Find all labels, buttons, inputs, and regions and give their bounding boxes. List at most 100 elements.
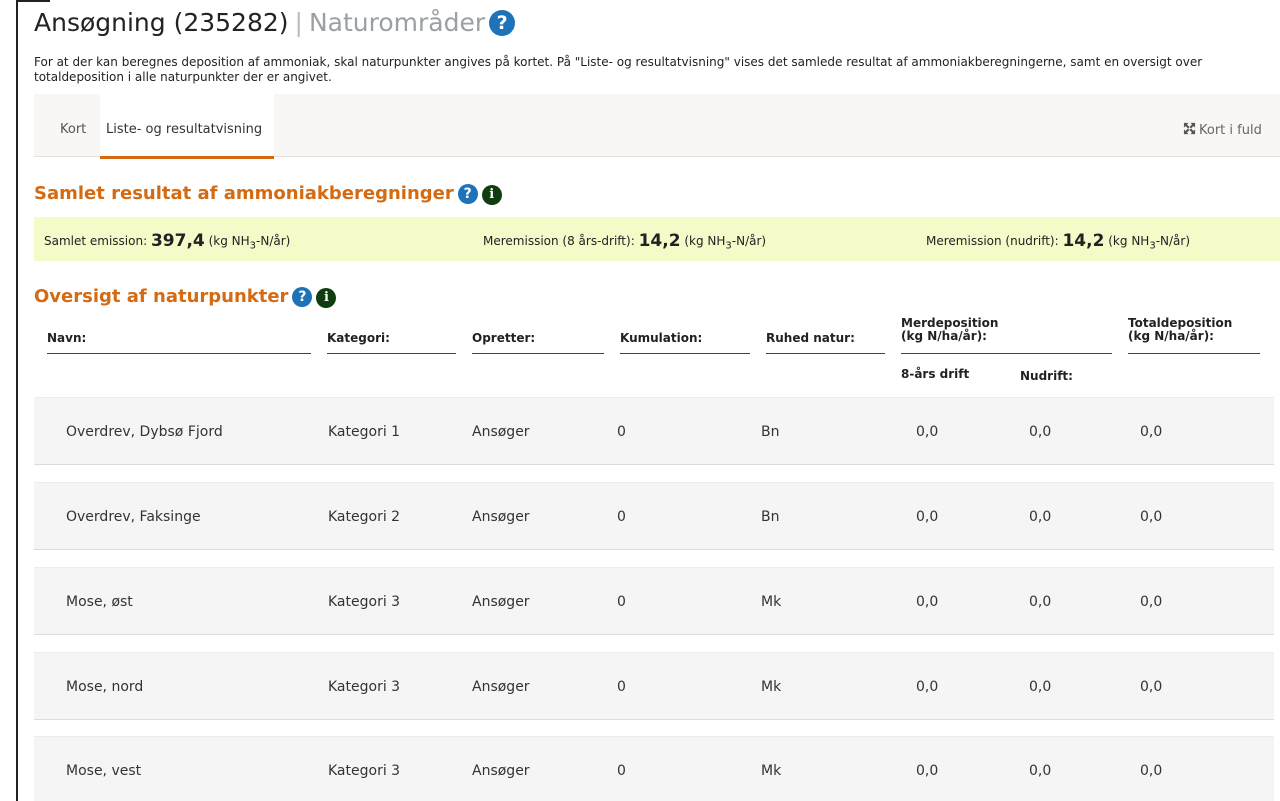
summary-label: Meremission (nudrift):: [926, 234, 1059, 248]
cell-ruhed: Mk: [761, 594, 782, 610]
summary-unit: (kg NH: [208, 234, 250, 248]
cell-kumulation: 0: [617, 509, 626, 525]
cell-navn: Mose, vest: [66, 763, 142, 779]
tab-liste-og-resultatvisning[interactable]: Liste- og resultatvisning: [100, 94, 275, 159]
title-separator: |: [294, 8, 303, 37]
fullscreen-map-button[interactable]: Kort i fuld: [1183, 122, 1262, 138]
column-header-ruhed: Ruhed natur:: [766, 331, 855, 345]
cell-kategori: Kategori 1: [328, 424, 401, 440]
subheader-8aars-drift: 8-års drift: [901, 367, 970, 381]
summary-value: 397,4: [150, 231, 205, 251]
totaldeposition-label: Totaldeposition: [1128, 316, 1233, 330]
results-title-text: Samlet resultat af ammoniakberegninger: [34, 183, 454, 204]
cell-kategori: Kategori 3: [328, 594, 401, 610]
cell-merdep-8aars: 0,0: [916, 594, 939, 610]
summary-unit: (kg NH: [1108, 234, 1150, 248]
cell-totaldeposition: 0,0: [1140, 594, 1163, 610]
results-help-icon[interactable]: ?: [457, 184, 478, 204]
overview-info-icon[interactable]: i: [316, 288, 337, 308]
cell-totaldeposition: 0,0: [1140, 509, 1163, 525]
cell-merdep-nudrift: 0,0: [1029, 594, 1052, 610]
expand-icon: [1183, 122, 1196, 135]
cell-ruhed: Bn: [761, 424, 780, 440]
totaldeposition-unit: (kg N/ha/år):: [1128, 329, 1214, 343]
summary-meremission-8aars: Meremission (8 års-drift): 14,2 (kg NH3-…: [483, 231, 766, 251]
column-header-totaldeposition: Totaldeposition (kg N/ha/år):: [1128, 317, 1232, 343]
results-info-icon[interactable]: i: [481, 185, 502, 205]
cell-opretter: Ansøger: [472, 509, 530, 525]
cell-navn: Overdrev, Dybsø Fjord: [66, 424, 223, 440]
cell-totaldeposition: 0,0: [1140, 424, 1163, 440]
cell-kumulation: 0: [617, 763, 626, 779]
page-title: Ansøgning (235282) | Naturområder?: [34, 8, 516, 38]
results-summary-bar: Samlet emission: 397,4 (kg NH3-N/år) Mer…: [34, 217, 1280, 261]
header-divider: [620, 353, 750, 354]
cell-kategori: Kategori 2: [328, 509, 401, 525]
header-divider: [901, 353, 1112, 354]
cell-ruhed: Bn: [761, 509, 780, 525]
window-frame-left: [16, 0, 18, 801]
cell-merdep-nudrift: 0,0: [1029, 679, 1052, 695]
summary-value: 14,2: [1062, 231, 1105, 251]
cell-totaldeposition: 0,0: [1140, 763, 1163, 779]
overview-title-text: Oversigt af naturpunkter: [34, 286, 289, 307]
column-header-kumulation: Kumulation:: [620, 331, 703, 345]
table-row[interactable]: Mose, nord Kategori 3 Ansøger 0 Mk 0,0 0…: [34, 652, 1274, 720]
cell-kumulation: 0: [617, 424, 626, 440]
table-row[interactable]: Overdrev, Dybsø Fjord Kategori 1 Ansøger…: [34, 397, 1274, 465]
results-section-title: Samlet resultat af ammoniakberegninger? i: [34, 183, 502, 205]
summary-meremission-nudrift: Meremission (nudrift): 14,2 (kg NH3-N/år…: [926, 231, 1190, 251]
cell-kategori: Kategori 3: [328, 679, 401, 695]
tab-kort[interactable]: Kort: [60, 122, 86, 137]
column-header-navn: Navn:: [47, 331, 87, 345]
cell-totaldeposition: 0,0: [1140, 679, 1163, 695]
summary-unit-post: -N/år): [1155, 234, 1191, 248]
cell-merdep-8aars: 0,0: [916, 509, 939, 525]
cell-opretter: Ansøger: [472, 763, 530, 779]
cell-kumulation: 0: [617, 594, 626, 610]
merdeposition-label: Merdeposition: [901, 316, 999, 330]
cell-navn: Mose, nord: [66, 679, 144, 695]
summary-label: Samlet emission:: [44, 234, 148, 248]
cell-merdep-8aars: 0,0: [916, 763, 939, 779]
help-icon[interactable]: ?: [489, 10, 516, 36]
page-title-main: Ansøgning (235282): [34, 8, 289, 37]
cell-merdep-8aars: 0,0: [916, 424, 939, 440]
table-row[interactable]: Mose, vest Kategori 3 Ansøger 0 Mk 0,0 0…: [34, 736, 1274, 801]
header-divider: [1128, 353, 1260, 354]
summary-label: Meremission (8 års-drift):: [483, 234, 635, 248]
cell-merdep-nudrift: 0,0: [1029, 424, 1052, 440]
table-row[interactable]: Overdrev, Faksinge Kategori 2 Ansøger 0 …: [34, 482, 1274, 550]
merdeposition-unit: (kg N/ha/år):: [901, 329, 987, 343]
column-header-kategori: Kategori:: [327, 331, 390, 345]
header-divider: [47, 353, 311, 354]
summary-value: 14,2: [638, 231, 681, 251]
header-divider: [766, 353, 885, 354]
summary-total-emission: Samlet emission: 397,4 (kg NH3-N/år): [44, 231, 290, 251]
tab-bar: Kort Liste- og resultatvisning Kort i fu…: [34, 94, 1280, 159]
cell-opretter: Ansøger: [472, 594, 530, 610]
summary-unit-post: -N/år): [731, 234, 767, 248]
fullscreen-label: Kort i fuld: [1199, 123, 1262, 138]
cell-ruhed: Mk: [761, 679, 782, 695]
column-header-opretter: Opretter:: [472, 331, 536, 345]
summary-unit: (kg NH: [684, 234, 726, 248]
overview-section-title: Oversigt af naturpunkter? i: [34, 286, 337, 308]
subheader-nudrift: Nudrift:: [1020, 369, 1073, 383]
header-divider: [472, 353, 604, 354]
intro-text: For at der kan beregnes deposition af am…: [34, 55, 1203, 84]
cell-merdep-nudrift: 0,0: [1029, 509, 1052, 525]
page-subtitle: Naturområder: [308, 8, 486, 37]
header-divider: [327, 353, 456, 354]
cell-navn: Mose, øst: [66, 594, 133, 610]
overview-help-icon[interactable]: ?: [292, 287, 313, 307]
window-frame-top: [16, 0, 50, 2]
summary-unit-post: -N/år): [256, 234, 291, 248]
cell-opretter: Ansøger: [472, 424, 530, 440]
cell-navn: Overdrev, Faksinge: [66, 509, 201, 525]
cell-kategori: Kategori 3: [328, 763, 401, 779]
cell-merdep-8aars: 0,0: [916, 679, 939, 695]
table-row[interactable]: Mose, øst Kategori 3 Ansøger 0 Mk 0,0 0,…: [34, 567, 1274, 635]
column-header-merdeposition: Merdeposition (kg N/ha/år):: [901, 317, 998, 343]
cell-ruhed: Mk: [761, 763, 782, 779]
